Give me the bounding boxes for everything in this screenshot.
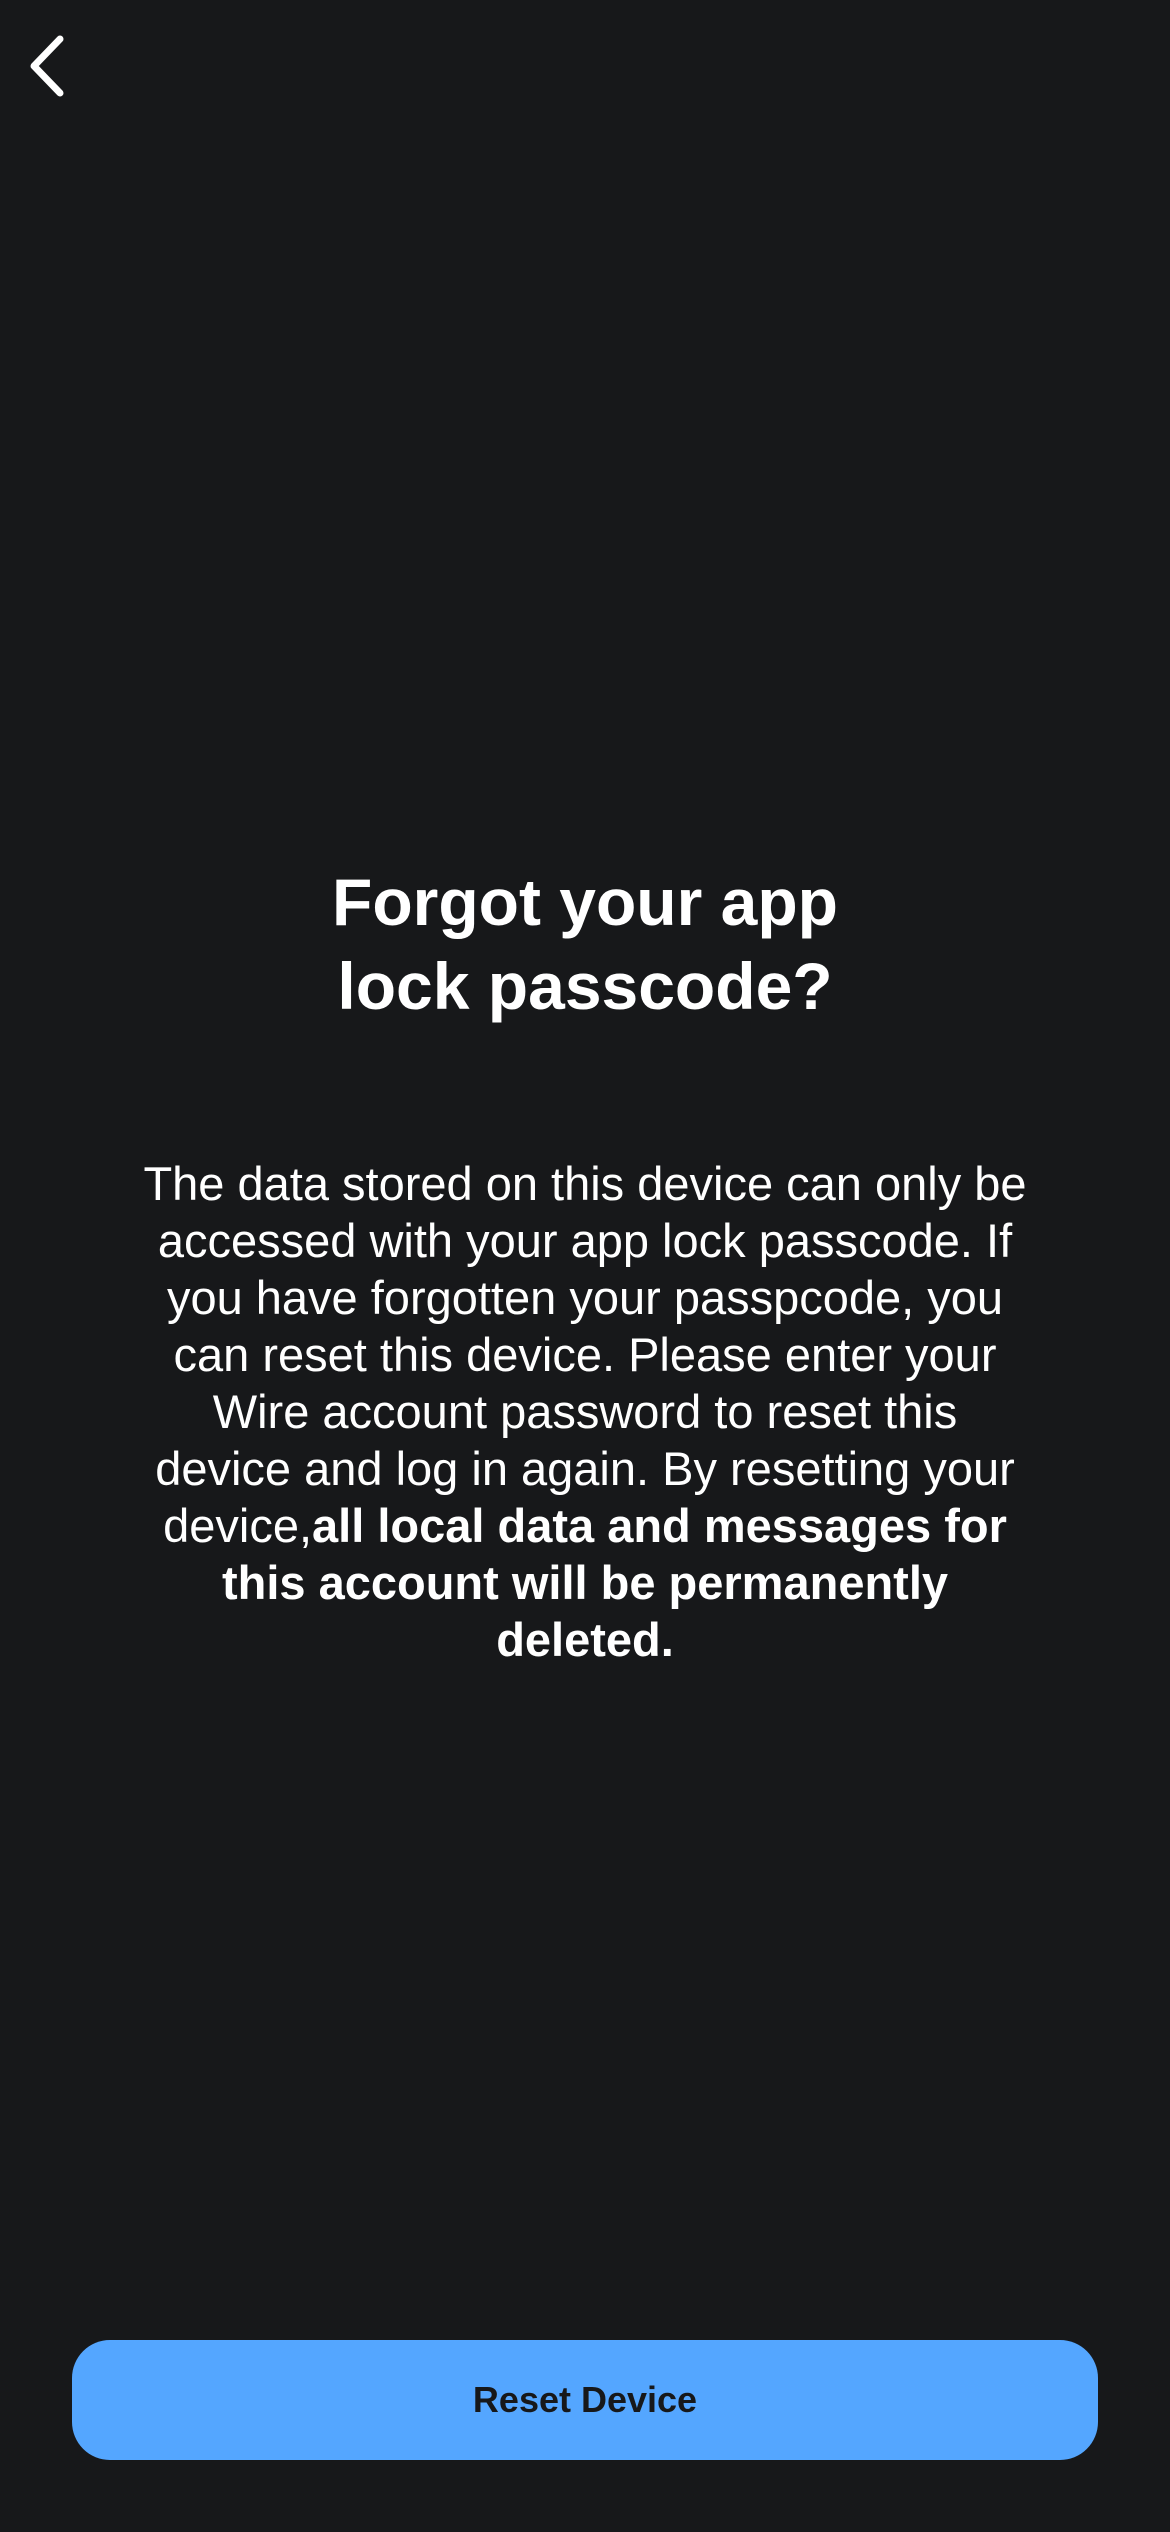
chevron-left-icon [26,35,66,97]
title-line-1: Forgot your app [332,865,838,939]
back-button[interactable] [14,22,78,110]
title-line-2: lock passcode? [337,949,833,1023]
description-warning: all local data and messages for this acc… [221,1499,1007,1666]
page-title: Forgot your app lock passcode? [235,860,935,1028]
forgot-passcode-screen: Forgot your app lock passcode? The data … [0,0,1170,2532]
description-text: The data stored on this device can only … [140,1155,1030,1668]
reset-device-label: Reset Device [472,2379,698,2420]
reset-device-button[interactable]: Reset Device [72,2340,1098,2460]
description-regular: The data stored on this device can only … [143,1157,1027,1552]
